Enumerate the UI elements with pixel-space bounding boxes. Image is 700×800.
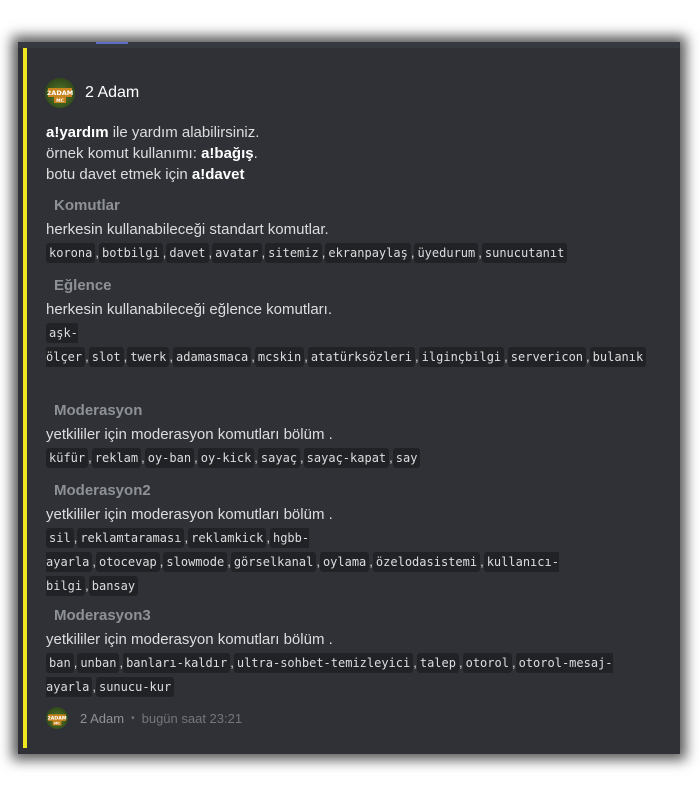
command-code: reklam — [91, 448, 142, 468]
command-code: slowmode — [163, 552, 228, 572]
description-line: örnek komut kullanımı: a!bağış. — [46, 145, 258, 162]
command-code: aşk-ölçer — [46, 323, 86, 367]
field-moderasyon2: Moderasyon2 yetkililer için moderasyon k… — [46, 481, 656, 598]
command-code: ban — [46, 653, 74, 673]
command-code: özelodasistemi — [372, 552, 481, 572]
field-title: Komutlar — [54, 197, 120, 214]
command-code: avatar — [212, 243, 262, 263]
command-code: sunucutanıt — [481, 243, 568, 263]
field-title: Moderasyon — [54, 402, 143, 419]
command-code: sil — [46, 528, 74, 548]
field-eglence: Eğlence herkesin kullanabileceği eğlence… — [46, 276, 656, 369]
command-code: botbilgi — [98, 243, 163, 263]
2adam-mc-logo-icon: 2ADAM MC — [47, 714, 67, 726]
embed-author[interactable]: 2ADAM MC 2 Adam — [45, 78, 139, 108]
command-code: oy-kick — [197, 448, 255, 468]
field-komutlar: Komutlar herkesin kullanabileceği standa… — [46, 196, 656, 265]
svg-text:MC: MC — [56, 98, 64, 104]
command-code: say — [392, 448, 421, 468]
2adam-mc-logo-icon: 2ADAM MC — [47, 88, 73, 104]
embed-footer: 2ADAM MC 2 Adam • bugün saat 23:21 — [46, 706, 242, 730]
command-code: twerk — [127, 347, 170, 367]
embed-description: a!yardım ile yardım alabilirsiniz. örnek… — [46, 122, 656, 185]
field-title: Eğlence — [54, 277, 112, 294]
command-code: oylama — [319, 552, 370, 572]
command-code: ekranpaylaş — [325, 243, 411, 263]
command-code: reklamkick — [188, 528, 267, 548]
command-list: küfür, reklam, oy-ban, oy-kick, sayaç, sayaç-… — [46, 446, 656, 470]
footer-timestamp[interactable]: bugün saat 23:21 — [142, 711, 242, 726]
command-code: servericon — [507, 347, 587, 367]
command-code: oy-ban — [144, 448, 195, 468]
command-code: banları-kaldır — [123, 653, 231, 673]
command-code: talep — [416, 653, 459, 673]
field-description: herkesin kullanabileceği eğlence komutla… — [46, 301, 332, 318]
embed-window: 2ADAM MC 2 Adam a!yardım ile yardım alab… — [18, 42, 680, 754]
command-code: slot — [88, 347, 124, 367]
command-code: otocevap — [95, 552, 160, 572]
command-code: görselkanal — [230, 552, 317, 572]
svg-text:MC: MC — [54, 722, 60, 726]
command-code: ultra-sohbet-temizleyici — [233, 653, 414, 673]
footer-text: 2 Adam — [80, 710, 125, 726]
command-code: üyedurum — [414, 243, 479, 263]
command-code: ilginçbilgi — [418, 347, 505, 367]
command-code: korona — [46, 243, 96, 263]
command-code: adamasmaca — [173, 347, 252, 367]
command-code: unban — [77, 653, 120, 673]
command-code: küfür — [46, 448, 89, 468]
command-list: ban, unban, banları-kaldır, ultra-sohbet-te… — [46, 651, 641, 699]
author-avatar[interactable]: 2ADAM MC — [45, 78, 75, 108]
command-code: davet — [166, 243, 209, 263]
command-list: aşk-ölçer, slot, twerk, adamasmaca, mcskin, a… — [46, 321, 647, 369]
svg-text:2ADAM: 2ADAM — [47, 89, 73, 97]
command-code: atatürksözleri — [307, 347, 416, 367]
command-code: otorol — [462, 653, 512, 673]
author-name[interactable]: 2 Adam — [85, 84, 139, 102]
description-line: a!yardım ile yardım alabilirsiniz. — [46, 124, 260, 141]
command-list: sil, reklamtaraması, reklamkick, hgbb-ayarl… — [46, 526, 631, 598]
command-code: sitemiz — [265, 243, 322, 263]
field-description: yetkililer için moderasyon komutları böl… — [46, 506, 333, 523]
footer-separator: • — [131, 712, 135, 724]
bot-embed: 2ADAM MC 2 Adam a!yardım ile yardım alab… — [23, 48, 675, 748]
field-description: yetkililer için moderasyon komutları böl… — [46, 631, 333, 648]
field-title: Moderasyon2 — [54, 482, 151, 499]
command-code: bulanık — [589, 347, 647, 367]
description-line: botu davet etmek için a!davet — [46, 166, 245, 183]
field-title: Moderasyon3 — [54, 607, 151, 624]
command-code: reklamtaraması — [77, 528, 185, 548]
field-description: yetkililer için moderasyon komutları böl… — [46, 426, 333, 443]
command-code: sunucu-kur — [95, 677, 175, 697]
svg-text:2ADAM: 2ADAM — [47, 715, 67, 721]
command-code: sayaç — [257, 448, 301, 468]
footer-avatar: 2ADAM MC — [46, 707, 68, 729]
command-code: sayaç-kapat — [303, 448, 390, 468]
command-list: korona, botbilgi, davet, avatar, sitemiz, ekr… — [46, 241, 656, 265]
field-moderasyon3: Moderasyon3 yetkililer için moderasyon k… — [46, 606, 656, 699]
field-description: herkesin kullanabileceği standart komutl… — [46, 221, 329, 238]
command-code: mcskin — [254, 347, 305, 367]
command-code: bansay — [88, 576, 139, 596]
field-moderasyon: Moderasyon yetkililer için moderasyon ko… — [46, 401, 656, 470]
